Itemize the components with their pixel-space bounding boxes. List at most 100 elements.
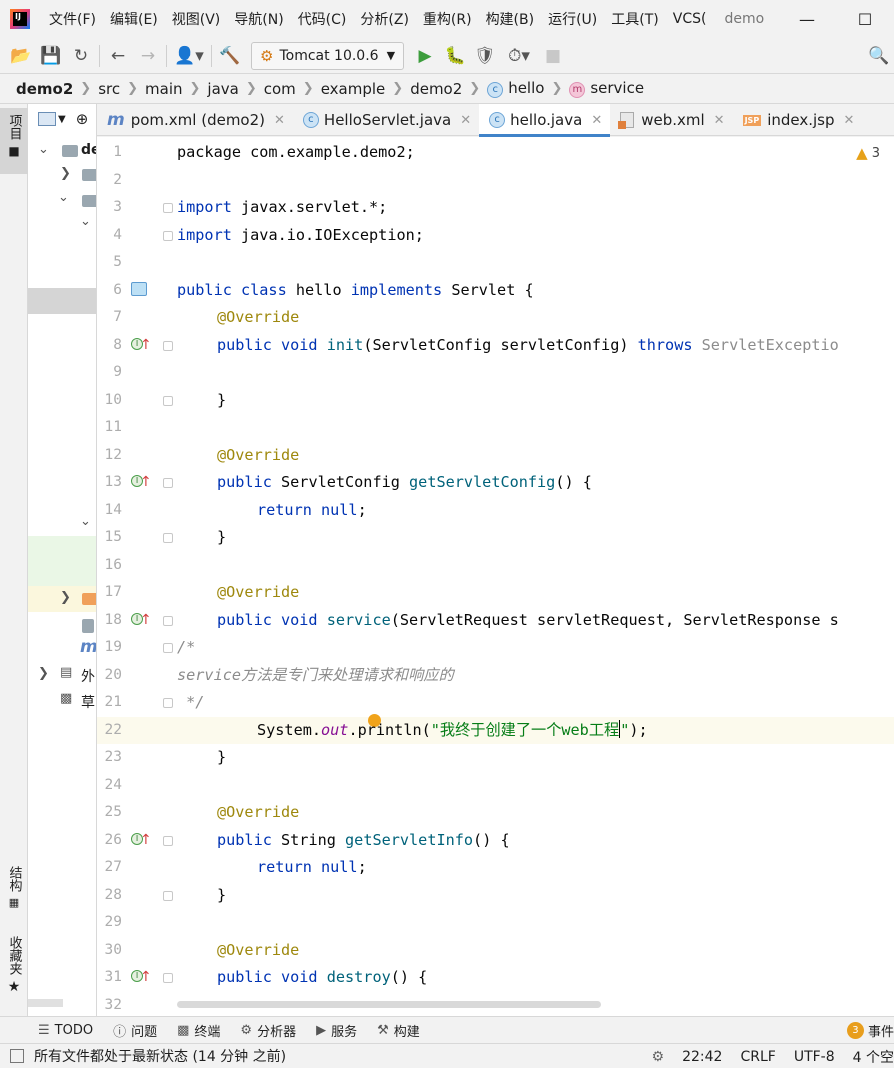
tree-row[interactable]: ⌄ xyxy=(28,188,96,214)
close-icon[interactable]: ✕ xyxy=(714,113,725,128)
breadcrumb-item[interactable]: com xyxy=(264,80,296,98)
search-icon[interactable]: 🔍 xyxy=(864,41,894,71)
sync-icon[interactable]: ↻ xyxy=(66,41,96,71)
chevron-down-icon[interactable]: ⌄ xyxy=(80,214,91,229)
close-icon[interactable]: ✕ xyxy=(274,113,285,128)
stop-icon[interactable]: ■ xyxy=(538,41,568,71)
profiler-tool-button[interactable]: ⚙ 分析器 xyxy=(240,1021,296,1040)
tree-row-highlight[interactable] xyxy=(28,536,96,586)
back-arrow-icon[interactable]: ← xyxy=(103,41,133,71)
horizontal-scrollbar[interactable] xyxy=(177,1001,601,1008)
tree-row-external-libraries[interactable]: ❯ ▤ 外 xyxy=(28,662,96,688)
breadcrumb-item[interactable]: demo2 xyxy=(410,80,462,98)
tree-row[interactable]: ⌄ xyxy=(28,512,96,538)
chevron-down-icon[interactable]: ⌄ xyxy=(38,142,49,157)
run-configuration-select[interactable]: ⚙ Tomcat 10.0.6 ▼ xyxy=(251,41,405,70)
file-encoding[interactable]: UTF-8 xyxy=(794,1049,835,1065)
breadcrumb-item-method[interactable]: m service xyxy=(569,79,644,98)
breadcrumb-item[interactable]: example xyxy=(321,80,386,98)
panel-toggle-icon[interactable] xyxy=(10,1049,24,1063)
tree-row[interactable]: ⌄ xyxy=(28,212,96,238)
tree-root-row[interactable]: ⌄ de xyxy=(28,138,96,164)
fold-marker-icon[interactable] xyxy=(163,890,173,901)
tab-hello-java[interactable]: c hello.java ✕ xyxy=(479,104,611,137)
fold-marker-icon[interactable] xyxy=(163,533,173,543)
tree-row[interactable]: ❯ xyxy=(28,162,96,188)
target-icon[interactable]: ⊕ xyxy=(76,110,89,128)
project-view-icon[interactable] xyxy=(38,112,56,126)
close-icon[interactable]: ✕ xyxy=(844,113,855,128)
indent-setting[interactable]: 4 个空 xyxy=(853,1047,894,1067)
caret-position[interactable]: 22:42 xyxy=(682,1049,722,1065)
chevron-right-icon[interactable]: ❯ xyxy=(60,166,71,181)
open-folder-icon[interactable]: 📂 xyxy=(6,41,36,71)
chevron-right-icon[interactable]: ❯ xyxy=(38,666,49,681)
tree-row-scratches[interactable]: ▩ 草 xyxy=(28,688,96,714)
project-tool-tab[interactable]: 项目 ■ xyxy=(0,108,28,174)
fold-marker-icon[interactable] xyxy=(163,395,173,406)
menu-file[interactable]: 文件(F) xyxy=(42,9,103,29)
tree-row[interactable] xyxy=(28,612,96,638)
tree-row[interactable]: m xyxy=(28,636,96,662)
chevron-down-icon[interactable]: ▼ xyxy=(58,114,66,125)
menu-run[interactable]: 运行(U) xyxy=(541,9,604,29)
breadcrumb-item[interactable]: main xyxy=(145,80,182,98)
menu-view[interactable]: 视图(V) xyxy=(165,9,228,29)
menu-refactor[interactable]: 重构(R) xyxy=(416,9,479,29)
problems-tool-button[interactable]: ⓘ 问题 xyxy=(113,1021,157,1040)
debug-icon[interactable]: 🐛 xyxy=(440,41,470,71)
web-servlet-icon[interactable] xyxy=(131,281,147,296)
terminal-tool-button[interactable]: ▩ 终端 xyxy=(177,1021,220,1040)
code-editor[interactable]: ▲ 3 1 package com.example.demo2; 2 3 impor… xyxy=(97,137,894,1016)
breadcrumb-item[interactable]: src xyxy=(98,80,120,98)
save-all-icon[interactable]: 💾 xyxy=(36,41,66,71)
fold-marker-icon[interactable] xyxy=(163,835,173,846)
fold-marker-icon[interactable] xyxy=(163,230,173,241)
fold-marker-icon[interactable] xyxy=(163,698,173,708)
chevron-down-icon[interactable]: ⌄ xyxy=(58,190,69,205)
menu-analyze[interactable]: 分析(Z) xyxy=(353,9,416,29)
menu-navigate[interactable]: 导航(N) xyxy=(227,9,290,29)
forward-arrow-icon[interactable]: → xyxy=(133,41,163,71)
breadcrumb-item[interactable]: java xyxy=(207,80,238,98)
menu-build[interactable]: 构建(B) xyxy=(479,9,542,29)
tree-row-selected[interactable] xyxy=(28,288,96,314)
menu-code[interactable]: 代码(C) xyxy=(291,9,354,29)
menu-tools[interactable]: 工具(T) xyxy=(604,9,665,29)
tab-helloservlet-java[interactable]: c HelloServlet.java ✕ xyxy=(293,104,479,136)
todo-tool-button[interactable]: ☰ TODO xyxy=(38,1023,93,1038)
fold-marker-icon[interactable] xyxy=(163,203,173,213)
favorites-tool-tab[interactable]: 收藏夹 ★ xyxy=(0,936,28,1006)
horizontal-scrollbar[interactable] xyxy=(28,999,63,1007)
tab-web-xml[interactable]: web.xml ✕ xyxy=(610,104,732,136)
services-tool-button[interactable]: ▶ 服务 xyxy=(316,1021,357,1040)
build-hammer-icon[interactable]: 🔨 xyxy=(215,41,245,71)
close-icon[interactable]: ✕ xyxy=(591,113,602,128)
chevron-right-icon[interactable]: ❯ xyxy=(60,590,71,605)
fold-marker-icon[interactable] xyxy=(163,973,173,983)
event-log-button[interactable]: 3 事件 xyxy=(846,1021,894,1040)
breadcrumb-item[interactable]: demo2 xyxy=(16,80,73,98)
line-separator[interactable]: CRLF xyxy=(740,1049,775,1065)
chevron-down-icon[interactable]: ⌄ xyxy=(80,514,91,529)
structure-tool-tab[interactable]: 结构 ▦ xyxy=(0,866,28,926)
build-tool-button[interactable]: ⚒ 构建 xyxy=(377,1021,420,1040)
fold-marker-icon[interactable] xyxy=(163,478,173,488)
profile-dropdown-icon[interactable]: ⏱▾ xyxy=(500,41,538,71)
fold-marker-icon[interactable] xyxy=(163,340,173,351)
tab-pom-xml[interactable]: m pom.xml (demo2) ✕ xyxy=(97,104,293,136)
fold-marker-icon[interactable] xyxy=(163,643,173,653)
tab-index-jsp[interactable]: JSP index.jsp ✕ xyxy=(733,104,863,136)
run-icon[interactable]: ▶ xyxy=(410,41,440,71)
memory-indicator-icon[interactable]: ⚙ xyxy=(652,1049,665,1065)
close-icon[interactable]: ✕ xyxy=(460,113,471,128)
menu-edit[interactable]: 编辑(E) xyxy=(103,9,165,29)
fold-marker-icon[interactable] xyxy=(163,615,173,626)
coverage-icon[interactable]: 🛡 xyxy=(470,41,500,71)
breadcrumb-item-class[interactable]: c hello xyxy=(487,79,544,98)
tree-row[interactable]: ❯ xyxy=(28,586,96,612)
maximize-button[interactable]: ☐ xyxy=(836,0,894,38)
menu-vcs[interactable]: VCS( xyxy=(666,11,714,27)
user-dropdown-icon[interactable]: 👤▾ xyxy=(170,41,208,71)
minimize-button[interactable]: — xyxy=(778,0,836,38)
